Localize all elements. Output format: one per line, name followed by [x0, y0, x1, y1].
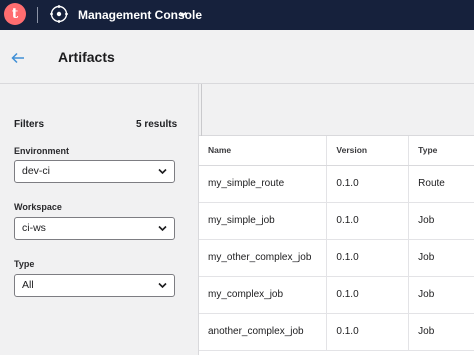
arrow-left-icon[interactable] [11, 52, 25, 64]
artifacts-table: Name Version Type my_simple_route 0.1.0 … [199, 136, 474, 351]
page-title: Artifacts [58, 49, 115, 65]
cell-version: 0.1.0 [326, 313, 410, 351]
type-select[interactable]: All [14, 274, 175, 297]
table-toolbar [199, 84, 474, 136]
table-row[interactable]: another_complex_job 0.1.0 Job [199, 313, 474, 351]
artifacts-panel: Name Version Type my_simple_route 0.1.0 … [198, 84, 474, 355]
column-header-version[interactable]: Version [326, 136, 410, 166]
workspace-value: ci-ws [22, 222, 46, 234]
column-header-name[interactable]: Name [199, 136, 328, 166]
table-row[interactable]: my_other_complex_job 0.1.0 Job [199, 239, 474, 277]
workspace-label: Workspace [14, 202, 62, 212]
cell-version: 0.1.0 [326, 165, 410, 203]
table-row[interactable]: my_simple_job 0.1.0 Job [199, 202, 474, 240]
cell-version: 0.1.0 [326, 276, 410, 314]
compass-icon [50, 5, 68, 23]
chevron-down-icon [158, 225, 167, 232]
cell-name[interactable]: my_complex_job [199, 276, 328, 314]
cell-type: Job [408, 313, 474, 351]
cell-name[interactable]: my_simple_job [199, 202, 328, 240]
cell-name[interactable]: another_complex_job [199, 313, 328, 351]
chevron-down-icon [158, 282, 167, 289]
results-count: 5 results [136, 119, 178, 130]
cell-name[interactable]: my_other_complex_job [199, 239, 328, 277]
app-logo[interactable]: t [4, 3, 26, 25]
filters-title: Filters [14, 119, 45, 130]
cell-version: 0.1.0 [326, 239, 410, 277]
filters-panel: Filters 5 results Environment dev-ci Wor… [0, 84, 198, 355]
type-label: Type [14, 259, 35, 269]
workspace-select[interactable]: ci-ws [14, 217, 175, 240]
cell-name[interactable]: my_simple_route [199, 165, 328, 203]
top-bar: t Management Console [0, 0, 474, 30]
cell-type: Route [408, 165, 474, 203]
topbar-divider [37, 7, 38, 23]
chevron-down-icon[interactable] [178, 9, 188, 19]
cell-version: 0.1.0 [326, 202, 410, 240]
environment-label: Environment [14, 146, 70, 156]
chevron-down-icon [158, 168, 167, 175]
type-value: All [22, 279, 34, 291]
toolbar-divider [201, 84, 202, 136]
table-row[interactable]: my_simple_route 0.1.0 Route [199, 165, 474, 203]
column-header-type[interactable]: Type [408, 136, 474, 166]
table-row[interactable]: my_complex_job 0.1.0 Job [199, 276, 474, 314]
environment-value: dev-ci [22, 165, 51, 177]
cell-type: Job [408, 202, 474, 240]
page-header: Artifacts [0, 30, 474, 84]
table-header-row: Name Version Type [199, 136, 474, 166]
cell-type: Job [408, 239, 474, 277]
environment-select[interactable]: dev-ci [14, 160, 175, 183]
cell-type: Job [408, 276, 474, 314]
